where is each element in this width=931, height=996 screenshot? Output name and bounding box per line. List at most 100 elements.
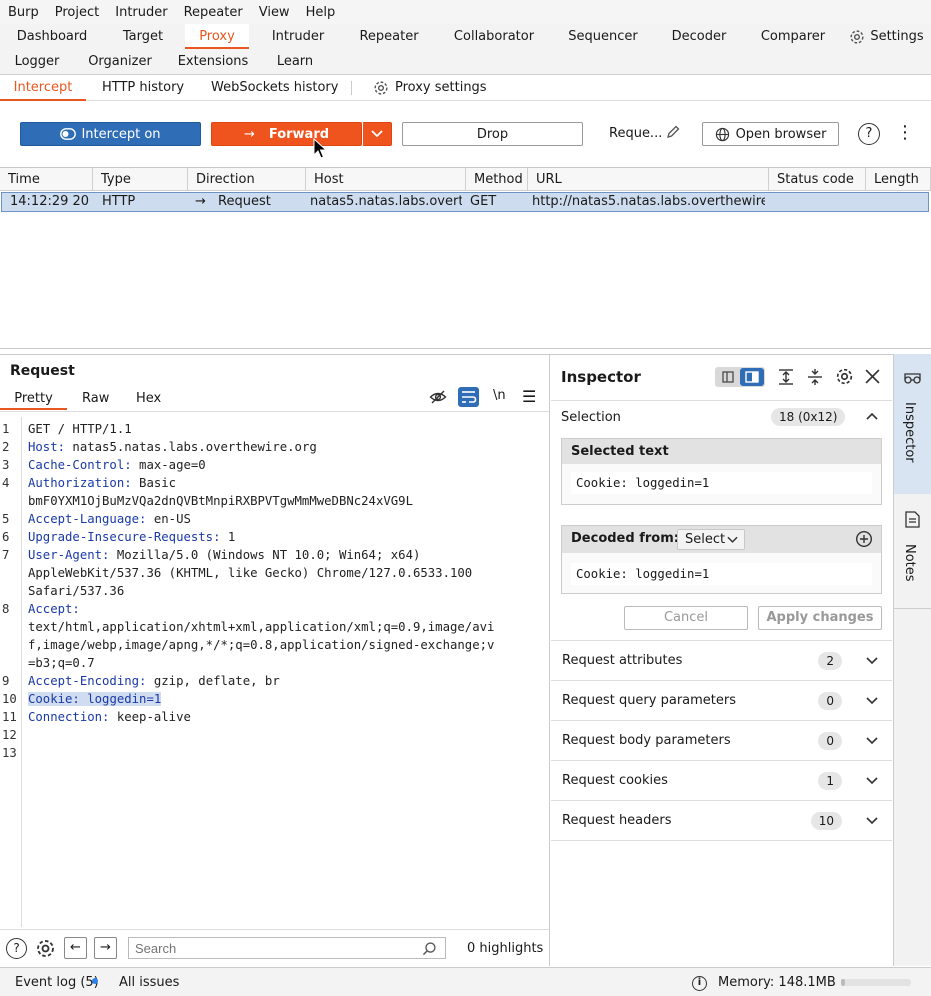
code-line: User-Agent: Mozilla/5.0 (Windows NT 10.0…	[28, 548, 420, 562]
tab-intruder[interactable]: Intruder	[264, 24, 332, 49]
event-log-link[interactable]: Event log (5)	[15, 975, 99, 990]
menu-project[interactable]: Project	[55, 5, 99, 20]
column-header-host[interactable]: Host	[306, 168, 466, 191]
tab-proxy[interactable]: Proxy	[185, 24, 249, 49]
more-options-icon[interactable]: ⋮	[896, 123, 914, 143]
hide-eye-icon[interactable]	[429, 388, 447, 406]
menu-view[interactable]: View	[259, 5, 290, 20]
column-header-type[interactable]: Type	[93, 168, 188, 191]
header-name: Cookie:	[28, 692, 80, 706]
chevron-down-icon	[727, 536, 738, 543]
chevron-up-icon[interactable]	[866, 412, 878, 420]
column-header-url[interactable]: URL	[528, 168, 769, 191]
gear-icon[interactable]	[34, 937, 57, 960]
drop-button[interactable]: Drop	[402, 122, 583, 146]
header-name: Upgrade-Insecure-Requests:	[28, 530, 221, 544]
inspector-section[interactable]: Request query parameters 0	[551, 681, 892, 721]
globe-icon	[715, 127, 729, 141]
menu-burp[interactable]: Burp	[8, 5, 39, 20]
line-number: 12	[2, 728, 17, 742]
collapse-all-icon[interactable]	[806, 368, 824, 386]
tab-decoder[interactable]: Decoder	[664, 24, 734, 49]
column-header-time[interactable]: Time	[0, 168, 93, 191]
decoded-text-field[interactable]: Cookie: loggedin=1	[571, 563, 872, 585]
divider	[0, 411, 549, 412]
newline-toggle[interactable]: \n	[493, 388, 506, 403]
tab-dashboard[interactable]: Dashboard	[8, 24, 96, 49]
layout-toggle[interactable]	[715, 367, 765, 387]
inspector-section[interactable]: Request headers 10	[551, 801, 892, 841]
subtab-intercept[interactable]: Intercept	[0, 75, 86, 101]
tab-hex[interactable]: Hex	[136, 388, 161, 410]
memory-bar-fill	[841, 979, 846, 986]
tab-learn[interactable]: Learn	[270, 49, 320, 74]
selected-text-field[interactable]: Cookie: loggedin=1	[571, 472, 872, 494]
inspector-section[interactable]: Request body parameters 0	[551, 721, 892, 761]
help-icon[interactable]: ?	[6, 938, 27, 959]
forward-dropdown-button[interactable]	[362, 122, 392, 146]
header-value: AppleWebKit/537.36 (KHTML, like Gecko) C…	[28, 566, 473, 580]
tab-logger[interactable]: Logger	[8, 49, 66, 74]
table-row[interactable]: 14:12:29 20 ... HTTP → Request natas5.na…	[1, 192, 929, 212]
pencil-icon[interactable]	[665, 124, 683, 142]
tab-repeater[interactable]: Repeater	[352, 24, 426, 49]
all-issues-link[interactable]: All issues	[119, 975, 179, 990]
line-number: 10	[2, 692, 17, 706]
code-line: Accept-Language: en-US	[28, 512, 191, 526]
search-input[interactable]	[128, 937, 446, 959]
code-line: AppleWebKit/537.36 (KHTML, like Gecko) C…	[28, 566, 472, 580]
previous-match-button[interactable]: ←	[64, 937, 87, 959]
tab-organizer[interactable]: Organizer	[84, 49, 156, 74]
intercept-toggle-button[interactable]: Intercept on	[20, 122, 201, 146]
open-browser-button[interactable]: Open browser	[702, 122, 839, 146]
layout-panel-icon[interactable]	[740, 368, 764, 386]
tab-extensions[interactable]: Extensions	[174, 49, 252, 74]
tab-pretty[interactable]: Pretty	[0, 388, 67, 410]
tab-target[interactable]: Target	[112, 24, 174, 49]
menu-help[interactable]: Help	[306, 5, 336, 20]
tab-sequencer[interactable]: Sequencer	[562, 24, 644, 49]
code-line: Host: natas5.natas.labs.overthewire.org	[28, 440, 317, 454]
column-header-status-code[interactable]: Status code	[769, 168, 866, 191]
tab-raw[interactable]: Raw	[82, 388, 109, 410]
column-header-direction[interactable]: Direction	[188, 168, 306, 191]
tab-settings[interactable]: Settings	[846, 24, 926, 49]
wrap-lines-toggle-icon[interactable]	[458, 387, 479, 407]
forward-button[interactable]: → Forward	[211, 122, 362, 146]
inspector-section[interactable]: Request cookies 1	[551, 761, 892, 801]
subtab-proxy-settings[interactable]: Proxy settings	[372, 75, 487, 101]
decoded-from-select[interactable]: Select	[677, 529, 745, 550]
inspector-section[interactable]: Request attributes 2	[551, 641, 892, 681]
code-line: Authorization: Basic	[28, 476, 176, 490]
code-line: Accept:	[28, 602, 80, 616]
add-circle-icon[interactable]	[855, 530, 873, 548]
next-match-button[interactable]: →	[94, 937, 117, 959]
subtab-websockets-history[interactable]: WebSockets history	[211, 75, 338, 101]
menu-repeater[interactable]: Repeater	[184, 5, 243, 20]
cancel-button[interactable]: Cancel	[624, 606, 748, 630]
gear-icon[interactable]	[834, 366, 855, 387]
menu-intruder[interactable]: Intruder	[115, 5, 167, 20]
rail-inspector-label: Inspector	[902, 402, 917, 463]
header-name: Accept:	[28, 602, 80, 616]
tab-comparer[interactable]: Comparer	[754, 24, 832, 49]
rail-tab-inspector[interactable]: Inspector	[894, 354, 931, 494]
rail-tab-notes[interactable]: Notes	[894, 494, 931, 609]
tab-collaborator[interactable]: Collaborator	[446, 24, 542, 49]
request-editor[interactable]: 1 GET / HTTP/1.1 2 Host: natas5.natas.labs.…	[0, 417, 549, 927]
column-header-method[interactable]: Method	[466, 168, 528, 191]
inspector-section-label: Request query parameters	[562, 693, 737, 708]
close-icon[interactable]	[865, 369, 880, 384]
apply-changes-button[interactable]: Apply changes	[758, 606, 882, 630]
header-value: 1	[220, 530, 236, 544]
menu-icon[interactable]: ☰	[522, 387, 536, 406]
column-header-length[interactable]: Length	[866, 168, 931, 191]
expand-all-icon[interactable]	[777, 368, 795, 386]
header-name: Accept-Language:	[28, 512, 147, 526]
help-icon[interactable]: ?	[858, 123, 880, 145]
subtab-http-history[interactable]: HTTP history	[102, 75, 184, 101]
request-title: Request	[10, 363, 75, 379]
cell-direction: → Request	[189, 193, 307, 211]
layout-list-icon[interactable]	[716, 368, 740, 386]
info-icon[interactable]: i	[692, 976, 707, 991]
